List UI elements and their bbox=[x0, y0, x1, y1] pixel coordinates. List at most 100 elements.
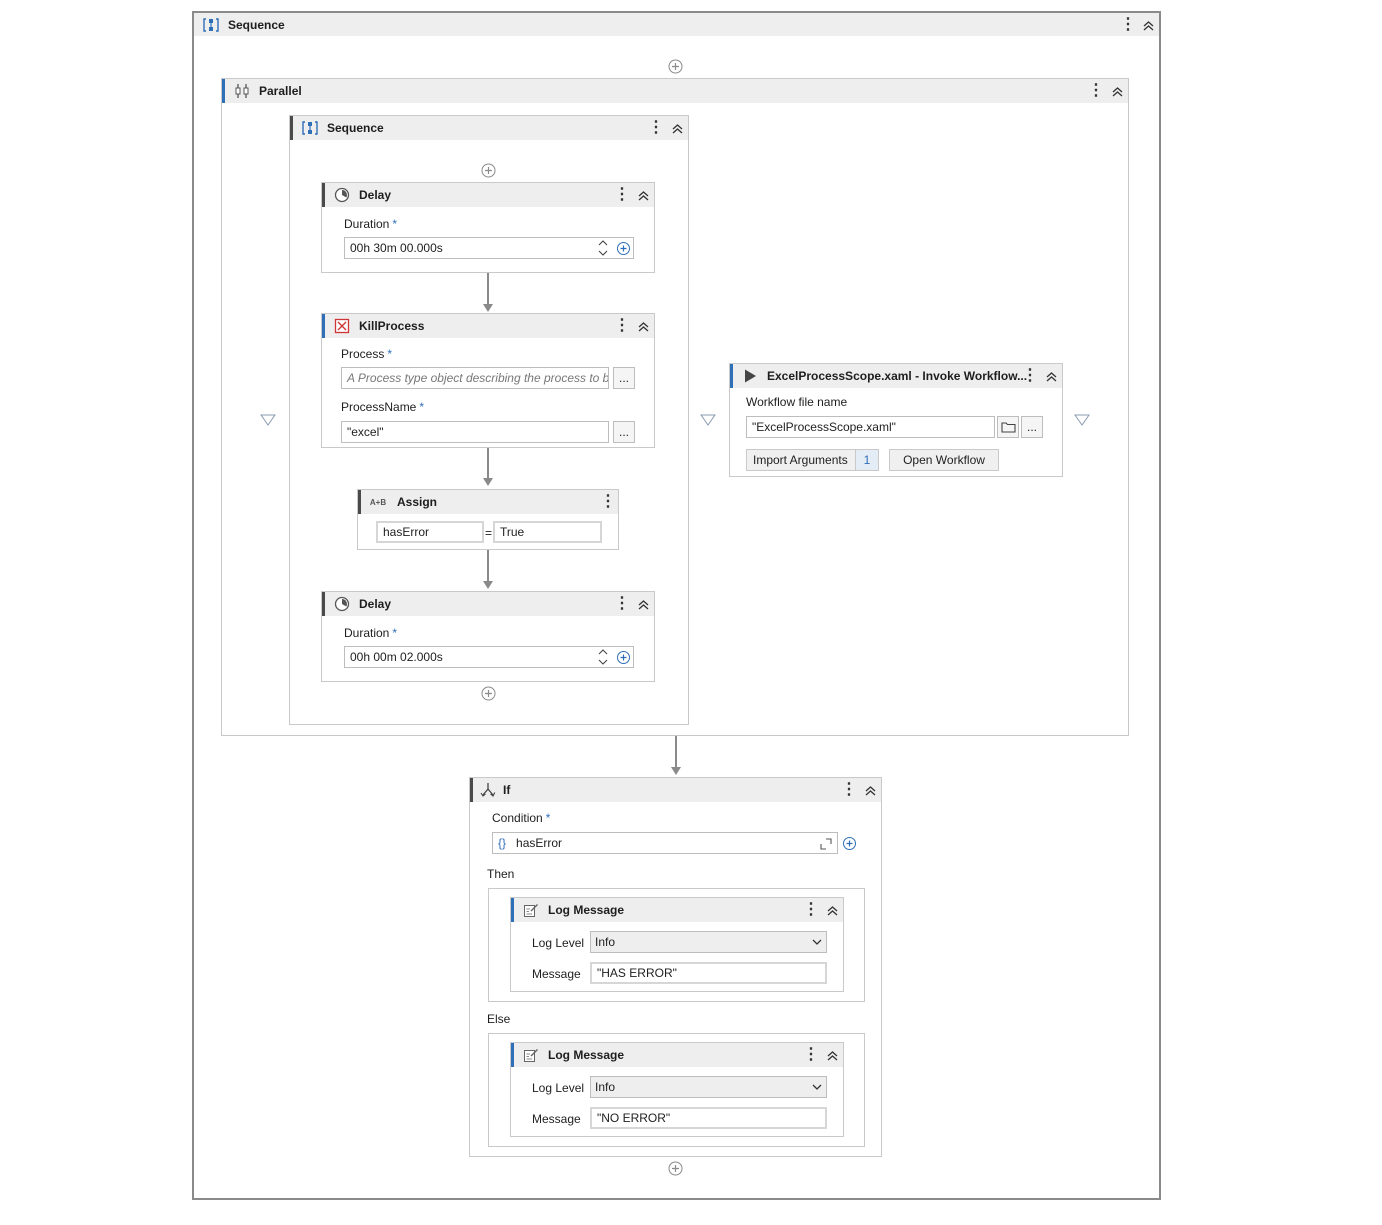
condition-label: Condition * bbox=[492, 811, 551, 825]
else-branch: Log Message ⋮ Log Level Info Message "NO… bbox=[488, 1033, 865, 1147]
message-input[interactable]: "HAS ERROR" bbox=[590, 962, 827, 984]
delay-menu-icon[interactable]: ⋮ bbox=[614, 595, 630, 613]
workflow-file-more-button[interactable]: ... bbox=[1021, 416, 1043, 438]
log-message-title: Log Message bbox=[548, 1048, 625, 1062]
then-label: Then bbox=[487, 867, 515, 881]
duration-input[interactable]: 00h 00m 02.000s bbox=[344, 646, 634, 668]
invoke-workflow-menu-icon[interactable]: ⋮ bbox=[1022, 367, 1038, 385]
assign-menu-icon[interactable]: ⋮ bbox=[600, 493, 616, 511]
kill-process-activity: KillProcess ⋮ Process * A Process type ob… bbox=[321, 313, 655, 448]
add-activity-icon[interactable] bbox=[668, 59, 683, 74]
drop-target-icon[interactable] bbox=[700, 414, 716, 426]
process-name-input[interactable]: "excel" bbox=[341, 421, 609, 443]
connector-line bbox=[487, 448, 489, 480]
inner-sequence-header[interactable]: Sequence ⋮ bbox=[290, 116, 688, 140]
delay-activity: Delay ⋮ Duration * 00h 00m 02.000s bbox=[321, 591, 655, 682]
log-message-title: Log Message bbox=[548, 903, 625, 917]
delay-menu-icon[interactable]: ⋮ bbox=[614, 186, 630, 204]
sequence-icon bbox=[301, 119, 319, 137]
outer-sequence-menu-icon[interactable]: ⋮ bbox=[1120, 16, 1136, 34]
delay-collapse-icon[interactable] bbox=[636, 186, 650, 204]
log-level-label: Log Level bbox=[532, 1081, 585, 1095]
import-arguments-count: 1 bbox=[855, 450, 878, 470]
outer-sequence-title: Sequence bbox=[228, 17, 285, 32]
kill-process-icon bbox=[333, 317, 351, 335]
import-arguments-button[interactable]: Import Arguments 1 bbox=[746, 449, 879, 471]
assign-activity: A+B Assign ⋮ hasError = True bbox=[357, 489, 619, 550]
if-header[interactable]: If ⋮ bbox=[470, 778, 881, 802]
invoke-workflow-header[interactable]: ExcelProcessScope.xaml - Invoke Workflow… bbox=[730, 364, 1062, 388]
inner-sequence-collapse-icon[interactable] bbox=[670, 119, 684, 137]
delay-collapse-icon[interactable] bbox=[636, 595, 650, 613]
sequence-icon bbox=[202, 16, 220, 34]
add-expression-icon[interactable] bbox=[842, 836, 857, 851]
duration-spinner-icon[interactable] bbox=[597, 647, 609, 667]
connector-arrow bbox=[483, 304, 493, 312]
log-message-collapse-icon[interactable] bbox=[825, 1046, 839, 1064]
duration-input[interactable]: 00h 30m 00.000s bbox=[344, 237, 634, 259]
delay-title: Delay bbox=[359, 188, 392, 202]
log-message-header[interactable]: Log Message ⋮ bbox=[511, 898, 843, 922]
add-expression-icon[interactable] bbox=[616, 650, 631, 665]
duration-spinner-icon[interactable] bbox=[597, 238, 609, 258]
delay-header[interactable]: Delay ⋮ bbox=[322, 183, 654, 207]
connector-line bbox=[487, 550, 489, 583]
drop-target-icon[interactable] bbox=[1074, 414, 1090, 426]
parallel-collapse-icon[interactable] bbox=[1110, 82, 1124, 100]
if-branch-icon bbox=[479, 781, 497, 799]
assign-to-input[interactable]: hasError bbox=[376, 521, 484, 543]
add-activity-icon[interactable] bbox=[481, 163, 496, 178]
process-input[interactable]: A Process type object describing the pro… bbox=[341, 367, 609, 389]
message-label: Message bbox=[532, 967, 581, 981]
condition-input[interactable]: {} hasError bbox=[492, 832, 838, 854]
delay-title: Delay bbox=[359, 597, 392, 611]
assign-header[interactable]: A+B Assign ⋮ bbox=[358, 490, 618, 514]
process-more-button[interactable]: ... bbox=[613, 367, 635, 389]
play-icon bbox=[741, 367, 759, 385]
import-arguments-label: Import Arguments bbox=[753, 453, 848, 467]
message-label: Message bbox=[532, 1112, 581, 1126]
add-expression-icon[interactable] bbox=[616, 241, 631, 256]
kill-process-menu-icon[interactable]: ⋮ bbox=[614, 317, 630, 335]
assign-title: Assign bbox=[397, 495, 438, 509]
drop-target-icon[interactable] bbox=[260, 414, 276, 426]
process-name-more-button[interactable]: ... bbox=[613, 421, 635, 443]
clock-icon bbox=[333, 595, 351, 613]
expression-braces-icon: {} bbox=[498, 836, 507, 850]
log-level-select[interactable]: Info bbox=[590, 1076, 827, 1098]
chevron-down-icon bbox=[812, 1084, 822, 1090]
invoke-workflow-collapse-icon[interactable] bbox=[1044, 367, 1058, 385]
kill-process-header[interactable]: KillProcess ⋮ bbox=[322, 314, 654, 338]
if-menu-icon[interactable]: ⋮ bbox=[841, 781, 857, 799]
log-message-header[interactable]: Log Message ⋮ bbox=[511, 1043, 843, 1067]
invoke-workflow-title: ExcelProcessScope.xaml - Invoke Workflow… bbox=[767, 369, 1028, 383]
add-activity-icon[interactable] bbox=[668, 1161, 683, 1176]
parallel-menu-icon[interactable]: ⋮ bbox=[1088, 82, 1104, 100]
outer-sequence-collapse-icon[interactable] bbox=[1141, 16, 1155, 34]
browse-folder-button[interactable] bbox=[997, 416, 1019, 438]
duration-label: Duration * bbox=[344, 626, 398, 640]
outer-sequence-header[interactable]: Sequence ⋮ bbox=[194, 13, 1159, 36]
if-collapse-icon[interactable] bbox=[863, 781, 877, 799]
assign-value-input[interactable]: True bbox=[493, 521, 602, 543]
parallel-header[interactable]: Parallel ⋮ bbox=[222, 79, 1128, 103]
open-workflow-button[interactable]: Open Workflow bbox=[889, 449, 999, 471]
assign-icon: A+B bbox=[369, 497, 387, 507]
log-message-menu-icon[interactable]: ⋮ bbox=[803, 1046, 819, 1064]
delay-header[interactable]: Delay ⋮ bbox=[322, 592, 654, 616]
assign-equals-label: = bbox=[485, 526, 493, 540]
inner-sequence-menu-icon[interactable]: ⋮ bbox=[648, 119, 664, 137]
message-input[interactable]: "NO ERROR" bbox=[590, 1107, 827, 1129]
if-activity: If ⋮ Condition * {} hasError Then Log Mes… bbox=[469, 777, 882, 1157]
delay-activity: Delay ⋮ Duration * 00h 30m 00.000s bbox=[321, 182, 655, 273]
log-message-collapse-icon[interactable] bbox=[825, 901, 839, 919]
workflow-file-input[interactable]: "ExcelProcessScope.xaml" bbox=[746, 416, 995, 438]
log-message-menu-icon[interactable]: ⋮ bbox=[803, 901, 819, 919]
log-level-select[interactable]: Info bbox=[590, 931, 827, 953]
expand-editor-icon[interactable] bbox=[820, 838, 832, 850]
connector-arrow bbox=[483, 478, 493, 486]
log-message-icon bbox=[522, 1046, 540, 1064]
add-activity-icon[interactable] bbox=[481, 686, 496, 701]
kill-process-collapse-icon[interactable] bbox=[636, 317, 650, 335]
folder-icon bbox=[1000, 422, 1016, 433]
